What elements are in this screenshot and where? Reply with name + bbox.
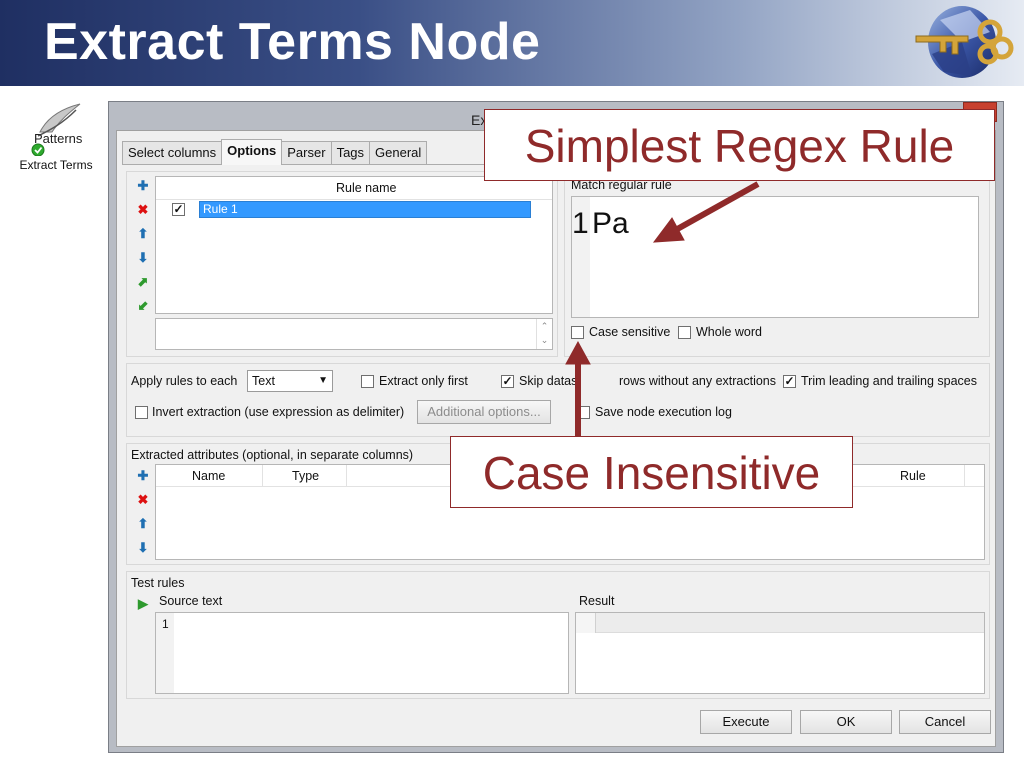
- editor-line-number: 1: [572, 207, 589, 240]
- execute-button[interactable]: Execute: [700, 710, 792, 734]
- add-rule-icon[interactable]: ✚: [135, 178, 151, 194]
- tab-select-columns[interactable]: Select columns: [122, 141, 223, 165]
- attr-rule-header: Rule: [900, 469, 926, 483]
- slide-header: Extract Terms Node: [0, 0, 1024, 86]
- apply-rules-select[interactable]: Text ▼: [247, 370, 333, 392]
- match-group: Match regular rule 1 Pa Case sensitive W…: [564, 171, 990, 357]
- run-test-icon[interactable]: ▶: [135, 596, 151, 612]
- skip-empty-label-tail: rows without any extractions: [619, 374, 777, 388]
- move-up-icon[interactable]: ⬆: [135, 226, 151, 242]
- cancel-button[interactable]: Cancel: [899, 710, 991, 734]
- export-rules-icon[interactable]: ⬈: [135, 274, 151, 290]
- apply-options-group: Apply rules to each Text ▼ Extract only …: [126, 363, 990, 437]
- scrollbar[interactable]: ⌃ ⌄: [536, 319, 552, 349]
- rule-row[interactable]: Rule 1: [199, 201, 531, 218]
- source-line-number: 1: [162, 617, 169, 631]
- invert-extraction-label: Invert extraction (use expression as del…: [152, 405, 405, 419]
- case-sensitive-label: Case sensitive: [589, 325, 671, 339]
- add-attribute-icon[interactable]: ✚: [135, 468, 151, 484]
- regex-text: Pa: [592, 207, 629, 240]
- tab-general[interactable]: General: [369, 141, 428, 165]
- remove-attribute-icon[interactable]: ✖: [135, 492, 151, 508]
- source-text-area[interactable]: 1: [155, 612, 569, 694]
- key-globe-logo-icon: [915, 6, 1014, 78]
- extract-terms-dialog: Ex Select columns Options Parser Tags Ge…: [108, 101, 1004, 753]
- extract-terms-node[interactable]: Patterns Extract Terms: [14, 102, 98, 182]
- skip-empty-checkbox[interactable]: ✓: [501, 375, 514, 388]
- whole-word-checkbox[interactable]: [678, 326, 691, 339]
- attr-type-header: Type: [292, 469, 320, 483]
- tab-bar: Select columns Options Parser Tags Gener…: [122, 139, 428, 165]
- test-rules-label: Test rules: [131, 576, 185, 590]
- invert-extraction-checkbox[interactable]: [135, 406, 148, 419]
- case-insensitive-callout: Case Insensitive: [450, 436, 853, 508]
- remove-rule-icon[interactable]: ✖: [135, 202, 151, 218]
- rule-enabled-checkbox[interactable]: ✓: [172, 203, 185, 216]
- save-log-label: Save node execution log: [595, 405, 732, 419]
- rules-table: Rule name ✓ Rule 1: [155, 176, 553, 314]
- result-label: Result: [579, 594, 615, 608]
- rules-group: ✚ ✖ ⬆ ⬇ ⬈ ⬋ Rule name ✓ Rule 1 ⌃ ⌄: [126, 171, 558, 357]
- regex-rule-callout: Simplest Regex Rule: [484, 109, 995, 181]
- rule-description-field[interactable]: ⌃ ⌄: [155, 318, 553, 350]
- slide-title: Extract Terms Node: [44, 13, 541, 71]
- source-text-label: Source text: [159, 594, 223, 608]
- rule-name-header: Rule name: [336, 181, 397, 195]
- move-down-icon[interactable]: ⬇: [135, 250, 151, 266]
- additional-options-button[interactable]: Additional options...: [417, 400, 551, 424]
- attribute-up-icon[interactable]: ⬆: [135, 516, 151, 532]
- apply-rules-value: Text: [252, 374, 275, 388]
- node-label: Extract Terms: [19, 158, 93, 172]
- slide: Extract Terms Node Patterns Extract Term…: [0, 0, 1024, 768]
- save-log-checkbox[interactable]: [577, 406, 590, 419]
- regex-editor[interactable]: 1 Pa: [571, 196, 979, 318]
- attributes-label: Extracted attributes (optional, in separ…: [131, 448, 414, 462]
- tab-options[interactable]: Options: [221, 139, 283, 165]
- extract-first-checkbox[interactable]: [361, 375, 374, 388]
- ok-button[interactable]: OK: [800, 710, 892, 734]
- whole-word-label: Whole word: [696, 325, 762, 339]
- chevron-down-icon: ▼: [318, 375, 328, 386]
- attribute-down-icon[interactable]: ⬇: [135, 540, 151, 556]
- patterns-node-icon: Patterns: [31, 103, 83, 156]
- tab-tags[interactable]: Tags: [330, 141, 371, 165]
- trim-spaces-label: Trim leading and trailing spaces: [801, 374, 978, 388]
- extract-first-label: Extract only first: [379, 374, 468, 388]
- skip-empty-label: Skip datas: [519, 374, 578, 388]
- apply-rules-label: Apply rules to each: [131, 374, 238, 388]
- test-rules-group: Test rules ▶ Source text 1 Result: [126, 571, 990, 699]
- attr-name-header: Name: [192, 469, 226, 483]
- import-rules-icon[interactable]: ⬋: [135, 298, 151, 314]
- case-sensitive-checkbox[interactable]: [571, 326, 584, 339]
- result-table: [575, 612, 985, 694]
- trim-spaces-checkbox[interactable]: ✓: [783, 375, 796, 388]
- tab-parser[interactable]: Parser: [281, 141, 332, 165]
- node-logo-text: Patterns: [34, 131, 83, 146]
